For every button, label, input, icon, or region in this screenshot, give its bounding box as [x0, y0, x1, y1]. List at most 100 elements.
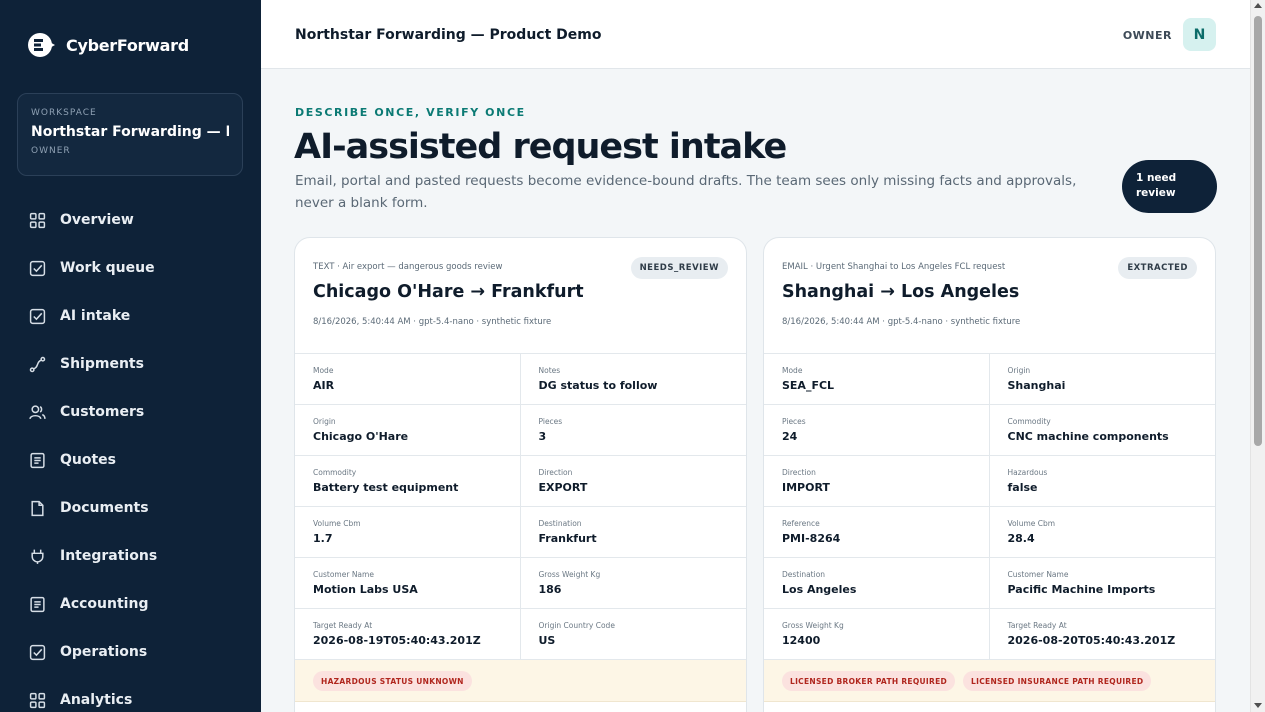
field-cell[interactable]: Direction IMPORT: [764, 456, 990, 507]
avatar[interactable]: N: [1183, 18, 1216, 51]
field-cell[interactable]: Notes DG status to follow: [520, 354, 746, 405]
scroll-down-arrow-icon[interactable]: [1254, 703, 1262, 708]
field-label: Notes: [538, 366, 561, 375]
field-label: Gross Weight Kg: [538, 570, 601, 579]
field-label: Volume Cbm: [1007, 519, 1056, 528]
field-label: Commodity: [313, 468, 357, 477]
field-cell[interactable]: Target Ready At 2026-08-19T05:40:43.201Z: [295, 609, 521, 660]
sidebar-item-label: AI intake: [60, 308, 131, 324]
sidebar-item-shipments[interactable]: Shipments: [0, 340, 261, 388]
field-value: 12400: [782, 634, 821, 647]
field-label: Gross Weight Kg: [782, 621, 844, 630]
field-label: Reference: [782, 519, 820, 528]
sidebar-item-ai-intake[interactable]: AI intake: [0, 292, 261, 340]
brand[interactable]: CyberForward: [27, 30, 189, 60]
workspace-role: OWNER: [31, 146, 71, 156]
scrollbar-thumb[interactable]: [1254, 16, 1262, 446]
intake-card[interactable]: EMAIL · Urgent Shanghai to Los Angeles F…: [763, 237, 1216, 712]
sidebar-item-operations[interactable]: Operations: [0, 628, 261, 676]
field-label: Hazardous: [1007, 468, 1048, 477]
field-cell[interactable]: Customer Name Pacific Machine Imports: [989, 558, 1215, 609]
sidebar-item-analytics[interactable]: Analytics: [0, 676, 261, 712]
topbar: Northstar Forwarding — Product Demo OWNE…: [261, 0, 1250, 69]
field-cell[interactable]: Origin Chicago O'Hare: [295, 405, 521, 456]
field-value: CNC machine components: [1007, 430, 1169, 443]
sidebar-item-integrations[interactable]: Integrations: [0, 532, 261, 580]
field-value: US: [538, 634, 556, 647]
route-icon: [29, 356, 46, 373]
field-cell[interactable]: Origin Country Code US: [520, 609, 746, 660]
file-icon: [29, 500, 46, 517]
grid-icon: [29, 212, 46, 229]
field-grid: Mode SEA_FCL Origin Shanghai Pieces 24 Comm…: [764, 354, 1215, 660]
field-label: Volume Cbm: [313, 519, 361, 528]
list-doc-icon: [29, 596, 46, 613]
warning-strip: LICENSED BROKER PATH REQUIRED LICENSED I…: [764, 660, 1215, 702]
field-label: Pieces: [782, 417, 806, 426]
sidebar-item-work-queue[interactable]: Work queue: [0, 244, 261, 292]
field-label: Destination: [538, 519, 582, 528]
warning-badge: LICENSED INSURANCE PATH REQUIRED: [963, 671, 1152, 691]
workspace-label: WORKSPACE: [31, 108, 97, 118]
needs-review-button[interactable]: 1 need review: [1122, 160, 1217, 213]
sidebar: CyberForward WORKSPACE Northstar Forward…: [0, 0, 261, 712]
field-cell[interactable]: Target Ready At 2026-08-20T05:40:43.201Z: [989, 609, 1215, 660]
status-badge: EXTRACTED: [1118, 257, 1197, 279]
field-cell[interactable]: Mode SEA_FCL: [764, 354, 990, 405]
field-label: Target Ready At: [313, 621, 373, 630]
card-meta: 8/16/2026, 5:40:44 AM · gpt-5.4-nano · s…: [782, 317, 1021, 327]
field-label: Mode: [782, 366, 803, 375]
field-cell[interactable]: Mode AIR: [295, 354, 521, 405]
sidebar-item-label: Overview: [60, 212, 134, 228]
field-grid: Mode AIR Notes DG status to follow Origin C…: [295, 354, 746, 660]
field-cell[interactable]: Pieces 3: [520, 405, 746, 456]
field-value: 2026-08-20T05:40:43.201Z: [1007, 634, 1176, 647]
field-cell[interactable]: Gross Weight Kg 186: [520, 558, 746, 609]
page-scrollbar[interactable]: [1250, 0, 1265, 712]
warning-badge: HAZARDOUS STATUS UNKNOWN: [313, 671, 472, 691]
sidebar-item-quotes[interactable]: Quotes: [0, 436, 261, 484]
field-cell[interactable]: Reference PMI-8264: [764, 507, 990, 558]
field-cell[interactable]: Gross Weight Kg 12400: [764, 609, 990, 660]
sidebar-item-label: Accounting: [60, 596, 149, 612]
checkbox-icon: [29, 644, 46, 661]
field-cell[interactable]: Commodity Battery test equipment: [295, 456, 521, 507]
workspace-switcher[interactable]: WORKSPACE Northstar Forwarding — P... OW…: [17, 93, 243, 176]
field-value: Battery test equipment: [313, 481, 459, 494]
brand-name: CyberForward: [66, 35, 189, 55]
sidebar-item-overview[interactable]: Overview: [0, 196, 261, 244]
card-header: EMAIL · Urgent Shanghai to Los Angeles F…: [764, 238, 1215, 354]
sidebar-item-documents[interactable]: Documents: [0, 484, 261, 532]
intake-card[interactable]: TEXT · Air export — dangerous goods revi…: [294, 237, 747, 712]
sidebar-item-label: Quotes: [60, 452, 117, 468]
field-cell[interactable]: Destination Frankfurt: [520, 507, 746, 558]
brand-logo-icon: [28, 33, 55, 57]
field-cell[interactable]: Pieces 24: [764, 405, 990, 456]
field-cell[interactable]: Origin Shanghai: [989, 354, 1215, 405]
scroll-up-arrow-icon[interactable]: [1254, 3, 1262, 8]
field-cell[interactable]: Volume Cbm 1.7: [295, 507, 521, 558]
warning-badge: LICENSED BROKER PATH REQUIRED: [782, 671, 956, 691]
field-value: Frankfurt: [538, 532, 597, 545]
sidebar-item-customers[interactable]: Customers: [0, 388, 261, 436]
field-label: Customer Name: [1007, 570, 1069, 579]
field-value: 1.7: [313, 532, 333, 545]
field-cell[interactable]: Commodity CNC machine components: [989, 405, 1215, 456]
card-route: Chicago O'Hare → Frankfurt: [313, 282, 584, 302]
sidebar-item-label: Shipments: [60, 356, 144, 372]
field-cell[interactable]: Direction EXPORT: [520, 456, 746, 507]
field-label: Origin Country Code: [538, 621, 615, 630]
list-doc-icon: [29, 452, 46, 469]
page-title: AI-assisted request intake: [294, 127, 787, 167]
field-cell[interactable]: Volume Cbm 28.4: [989, 507, 1215, 558]
field-label: Origin: [1007, 366, 1031, 375]
sidebar-item-label: Integrations: [60, 548, 158, 564]
field-cell[interactable]: Hazardous false: [989, 456, 1215, 507]
field-value: Motion Labs USA: [313, 583, 418, 596]
field-cell[interactable]: Customer Name Motion Labs USA: [295, 558, 521, 609]
field-value: Shanghai: [1007, 379, 1066, 392]
checkbox-icon: [29, 308, 46, 325]
field-cell[interactable]: Destination Los Angeles: [764, 558, 990, 609]
sidebar-item-label: Operations: [60, 644, 148, 660]
sidebar-item-accounting[interactable]: Accounting: [0, 580, 261, 628]
